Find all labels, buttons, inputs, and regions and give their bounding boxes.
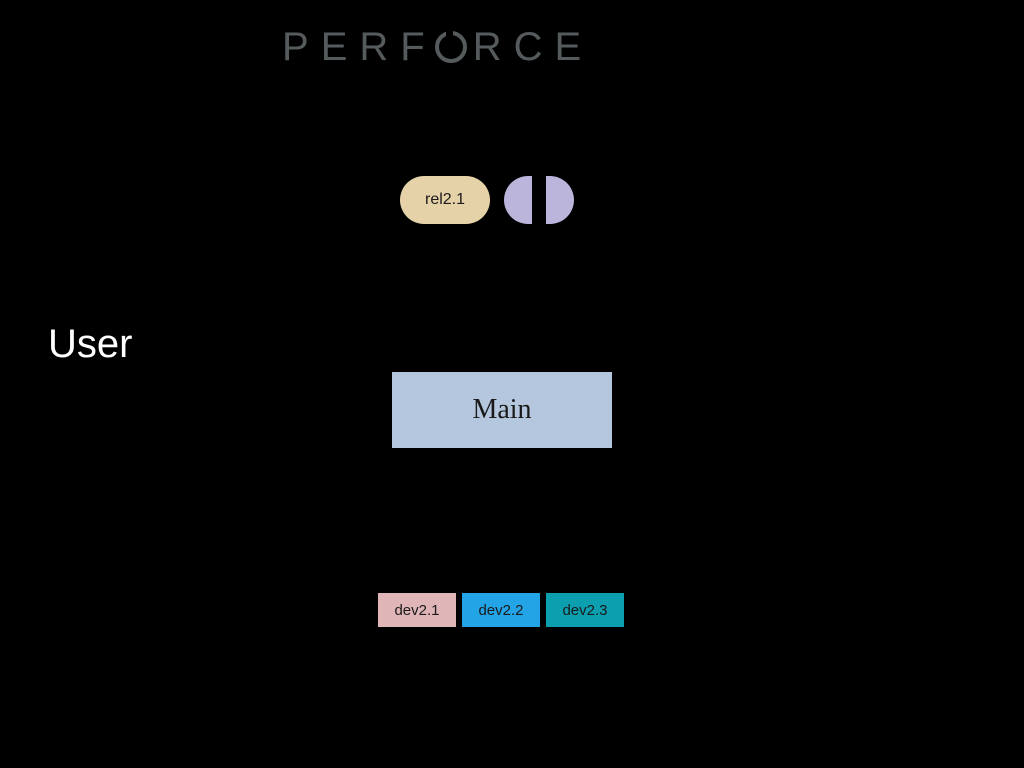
- dev-chip-3: dev2.3: [546, 593, 624, 627]
- dev-chip-2: dev2.2: [462, 593, 540, 627]
- release-pill: rel2.1: [400, 176, 490, 224]
- diagram-stage: P E R F R C E User rel2.1 Main dev2.1 de…: [0, 0, 1024, 768]
- release-row: rel2.1: [400, 176, 574, 224]
- dev-chip-1: dev2.1: [378, 593, 456, 627]
- dev-row: dev2.1 dev2.2 dev2.3: [378, 593, 624, 627]
- perforce-o-icon: [435, 31, 467, 63]
- main-branch-box: Main: [392, 372, 612, 448]
- future-release-half-left: [504, 176, 532, 224]
- future-release-half-right: [546, 176, 574, 224]
- user-label: User: [48, 322, 132, 367]
- perforce-logo: P E R F R C E: [282, 25, 593, 70]
